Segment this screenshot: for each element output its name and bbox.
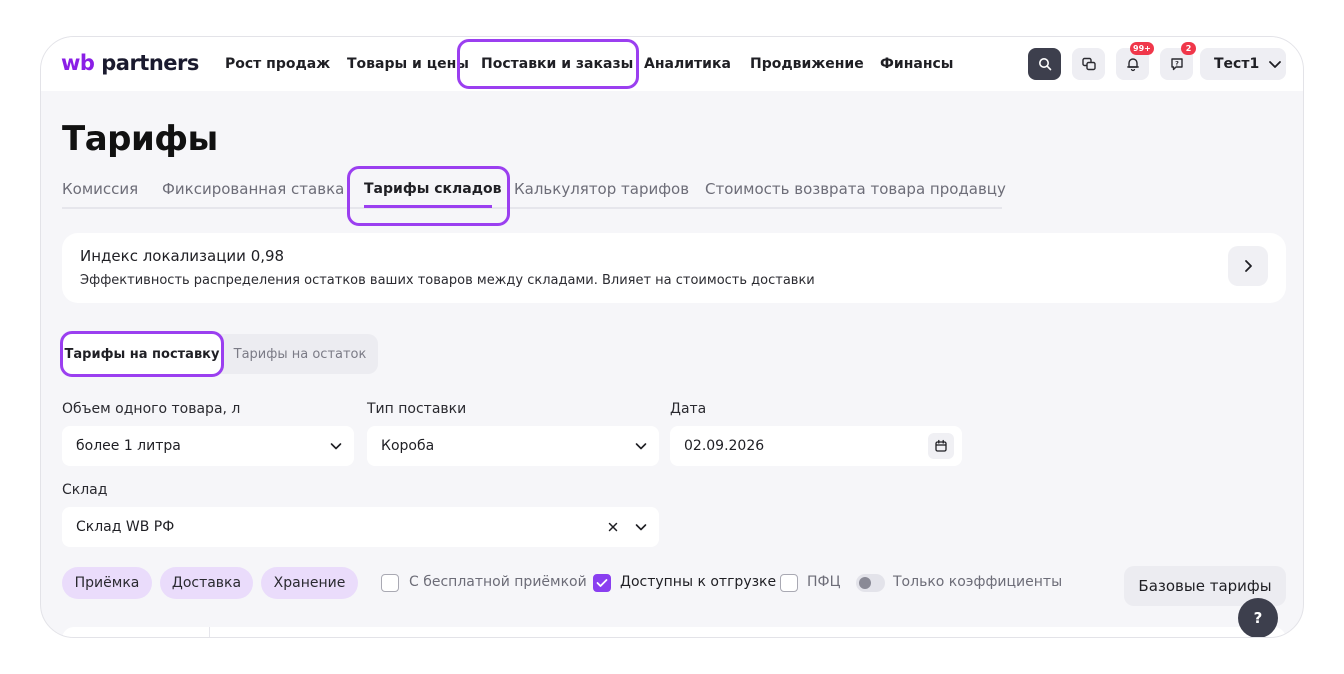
calendar-icon — [935, 439, 947, 452]
nav-growth[interactable]: Рост продаж — [225, 56, 330, 72]
tab-return-cost[interactable]: Стоимость возврата товара продавцу — [705, 180, 1006, 198]
app-frame: wb partners Рост продаж Товары и цены По… — [40, 36, 1304, 638]
coefficients-only-toggle[interactable] — [856, 574, 885, 592]
nav-finance[interactable]: Финансы — [880, 56, 953, 72]
volume-label: Объем одного товара, л — [62, 401, 241, 417]
available-shipment-label: Доступны к отгрузке — [620, 574, 777, 590]
warehouse-value: Склад WB РФ — [76, 519, 175, 535]
date-value: 02.09.2026 — [684, 438, 765, 454]
tariffs-table — [62, 627, 1286, 637]
nav-active-highlight — [457, 39, 639, 89]
localization-index-title: Индекс локализации 0,98 — [80, 247, 285, 265]
close-icon[interactable] — [605, 519, 621, 535]
warehouse-select[interactable]: Склад WB РФ — [62, 507, 659, 547]
free-acceptance-checkbox[interactable] — [381, 574, 399, 592]
notifications-button[interactable]: 99+ — [1116, 42, 1154, 80]
support-button[interactable]: ? 2 — [1160, 42, 1196, 80]
chevron-right-icon — [1245, 260, 1252, 272]
tab-fixed-rate[interactable]: Фиксированная ставка — [162, 180, 344, 198]
tab-tariff-calculator[interactable]: Калькулятор тарифов — [514, 180, 689, 198]
calendar-button[interactable] — [928, 433, 954, 459]
user-menu-button[interactable]: Тест1 — [1200, 48, 1286, 80]
localization-open-button[interactable] — [1228, 246, 1268, 286]
wb-partners-logo[interactable]: wb partners — [61, 51, 199, 75]
volume-value: более 1 литра — [76, 438, 181, 454]
tab-active-highlight — [347, 166, 510, 226]
supply-type-value: Короба — [381, 438, 435, 454]
nav-promotion[interactable]: Продвижение — [750, 56, 864, 72]
tab-commission[interactable]: Комиссия — [62, 180, 138, 198]
top-header: wb partners Рост продаж Товары и цены По… — [41, 37, 1303, 91]
nav-products-prices[interactable]: Товары и цены — [347, 56, 469, 72]
segment-stock-tariffs[interactable]: Тарифы на остаток — [222, 334, 378, 374]
available-shipment-checkbox[interactable] — [593, 574, 611, 592]
checkmark-icon — [596, 579, 608, 587]
chevron-down-icon — [330, 443, 342, 450]
nav-analytics[interactable]: Аналитика — [644, 56, 731, 72]
supply-type-select[interactable]: Короба — [367, 426, 659, 466]
segment-active-highlight — [60, 331, 224, 377]
localization-index-card: Индекс локализации 0,98 Эффективность ра… — [62, 233, 1286, 303]
chevron-down-icon — [1269, 60, 1282, 68]
pfc-checkbox[interactable] — [780, 574, 798, 592]
chip-delivery[interactable]: Доставка — [160, 567, 253, 599]
bell-icon — [1126, 58, 1139, 72]
coefficients-only-label: Только коэффициенты — [893, 574, 1063, 590]
page-title: Тарифы — [62, 119, 218, 159]
date-label: Дата — [670, 401, 707, 417]
chat-icon — [1081, 57, 1096, 71]
date-input[interactable]: 02.09.2026 — [670, 426, 962, 466]
search-button[interactable] — [1028, 48, 1061, 80]
localization-index-description: Эффективность распределения остатков ваш… — [80, 273, 815, 288]
svg-text:?: ? — [1175, 60, 1179, 68]
tabs-baseline — [62, 207, 1002, 209]
table-column-divider — [209, 627, 210, 637]
chip-storage[interactable]: Хранение — [261, 567, 358, 599]
support-badge: 2 — [1181, 42, 1196, 55]
toggle-knob — [859, 577, 871, 589]
volume-select[interactable]: более 1 литра — [62, 426, 354, 466]
search-icon — [1038, 58, 1051, 71]
chip-acceptance[interactable]: Приёмка — [62, 567, 152, 599]
user-name: Тест1 — [1214, 56, 1260, 72]
chat-button[interactable] — [1072, 48, 1105, 80]
chevron-down-icon — [635, 443, 647, 450]
free-acceptance-label: С бесплатной приёмкой — [409, 574, 587, 590]
help-chat-icon: ? — [1170, 58, 1183, 71]
supply-type-label: Тип поставки — [367, 401, 467, 417]
warehouse-label: Склад — [62, 482, 108, 498]
help-button[interactable]: ? — [1238, 598, 1278, 637]
chevron-down-icon — [635, 524, 647, 531]
notifications-badge: 99+ — [1130, 42, 1154, 55]
pfc-label: ПФЦ — [807, 574, 841, 590]
